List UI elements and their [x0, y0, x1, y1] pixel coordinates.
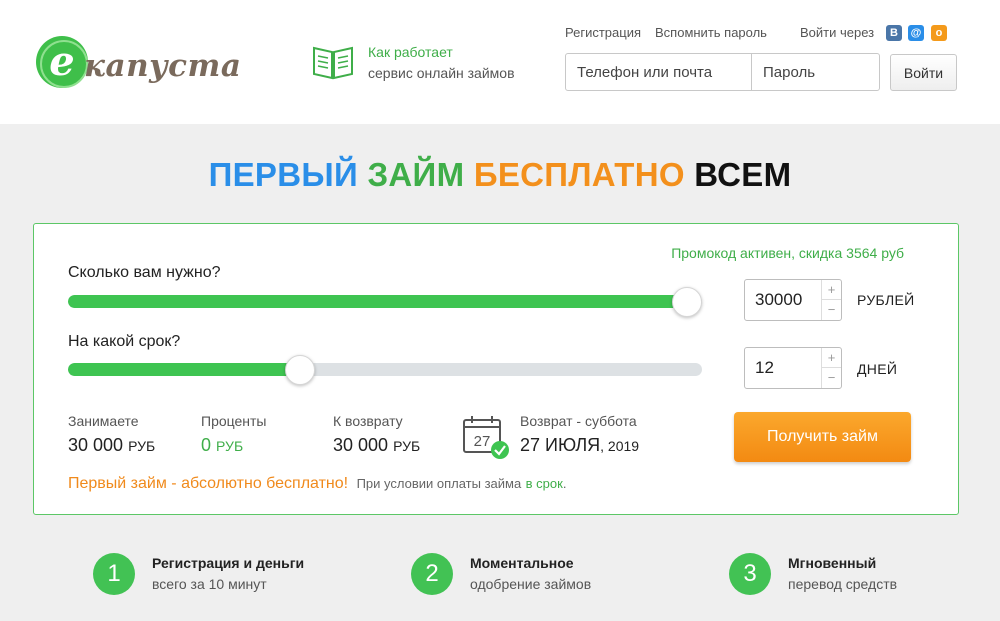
return-value: 30 000 [333, 435, 389, 455]
free-loan-note: Первый займ - абсолютно бесплатно! При у… [68, 475, 566, 493]
vk-icon[interactable]: В [886, 25, 902, 41]
feature-3-number: 3 [729, 553, 771, 595]
borrow-stat: Занимаете 30 000 РУБ [68, 413, 155, 456]
odnoklassniki-icon[interactable]: о [931, 25, 947, 41]
term-slider-fill [68, 363, 301, 376]
term-stepper: 12 + − [744, 347, 842, 389]
how-it-works-link[interactable]: Как работает сервис онлайн займов [312, 42, 552, 86]
term-plus-button[interactable]: + [822, 348, 841, 368]
term-minus-button[interactable]: − [822, 368, 841, 388]
login-form [565, 53, 880, 91]
borrow-unit: РУБ [128, 438, 156, 454]
feature-2-subtitle: одобрение займов [470, 576, 592, 592]
amount-slider-thumb[interactable] [672, 287, 702, 317]
feature-3-subtitle: перевод средств [788, 576, 898, 592]
amount-value[interactable]: 30000 [755, 290, 802, 310]
amount-label: Сколько вам нужно? [68, 264, 221, 281]
page-headline: ПЕРВЫЙ ЗАЙМ БЕСПЛАТНО ВСЕМ [0, 156, 1000, 194]
headline-part-1: ПЕРВЫЙ [208, 156, 358, 193]
return-unit: РУБ [393, 438, 421, 454]
feature-1-title: Регистрация и деньги [152, 555, 305, 571]
free-loan-note-main: Первый займ - абсолютно бесплатно! [68, 475, 349, 492]
logo-letter: e [49, 38, 75, 85]
password-input[interactable] [752, 54, 879, 90]
phone-or-email-input[interactable] [566, 54, 752, 90]
login-button[interactable]: Войти [890, 54, 957, 91]
calendar-day: 27 [474, 433, 491, 450]
amount-slider-fill [68, 295, 687, 308]
feature-1: 1 Регистрация и деньги всего за 10 минут [93, 553, 333, 597]
loan-calculator: Промокод активен, скидка 3564 руб Скольк… [33, 223, 959, 515]
term-slider-track[interactable] [68, 363, 702, 376]
promo-status: Промокод активен, скидка 3564 руб [671, 245, 904, 261]
feature-2-number: 2 [411, 553, 453, 595]
on-time-link[interactable]: в срок [526, 476, 563, 491]
interest-value: 0 [201, 435, 212, 455]
login-via-label: Войти через [800, 25, 875, 40]
term-slider-thumb[interactable] [285, 355, 316, 385]
borrow-label: Занимаете [68, 413, 139, 429]
amount-plus-button[interactable]: + [822, 280, 841, 300]
due-date-stat: Возврат - суббота 27 ИЮЛЯ, 2019 [520, 413, 639, 456]
borrow-value: 30 000 [68, 435, 124, 455]
feature-3-title: Мгновенный [788, 555, 877, 571]
headline-part-4: ВСЕМ [694, 156, 792, 193]
term-unit: ДНЕЙ [857, 361, 898, 377]
headline-part-2: ЗАЙМ [367, 156, 465, 193]
return-stat: К возврату 30 000 РУБ [333, 413, 420, 456]
due-label: Возврат - суббота [520, 413, 637, 429]
interest-unit: РУБ [216, 438, 244, 454]
mail-icon[interactable]: @ [908, 25, 924, 41]
open-book-icon [313, 46, 353, 80]
feature-2-title: Моментальное [470, 555, 574, 571]
remember-password-link[interactable]: Вспомнить пароль [655, 25, 767, 40]
logo-text: капуста [84, 48, 242, 84]
amount-minus-button[interactable]: − [822, 300, 841, 320]
feature-2: 2 Моментальное одобрение займов [411, 553, 651, 597]
due-date: 27 ИЮЛЯ [520, 435, 601, 455]
headline-part-3: БЕСПЛАТНО [473, 156, 685, 193]
note-period: . [562, 476, 567, 491]
calendar-check-icon: 27 [463, 416, 509, 459]
amount-unit: РУБЛЕЙ [857, 292, 915, 308]
free-loan-note-condition: При условии оплаты займа [356, 476, 522, 491]
term-value[interactable]: 12 [755, 358, 774, 378]
amount-slider-track[interactable] [68, 295, 702, 308]
logo[interactable]: e капуста [36, 36, 241, 92]
get-loan-button[interactable]: Получить займ [734, 412, 911, 462]
register-link[interactable]: Регистрация [565, 25, 641, 40]
due-year: , 2019 [600, 438, 640, 454]
how-it-works-subtitle: сервис онлайн займов [368, 65, 515, 81]
header: e капуста Как работает сервис онлайн зай… [0, 0, 1000, 124]
interest-stat: Проценты 0 РУБ [201, 413, 267, 456]
feature-3: 3 Мгновенный перевод средств [729, 553, 969, 597]
how-it-works-title: Как работает [368, 44, 453, 60]
amount-stepper: 30000 + − [744, 279, 842, 321]
interest-label: Проценты [201, 413, 267, 429]
return-label: К возврату [333, 413, 403, 429]
feature-1-number: 1 [93, 553, 135, 595]
term-label: На какой срок? [68, 333, 181, 350]
feature-1-subtitle: всего за 10 минут [152, 576, 267, 592]
